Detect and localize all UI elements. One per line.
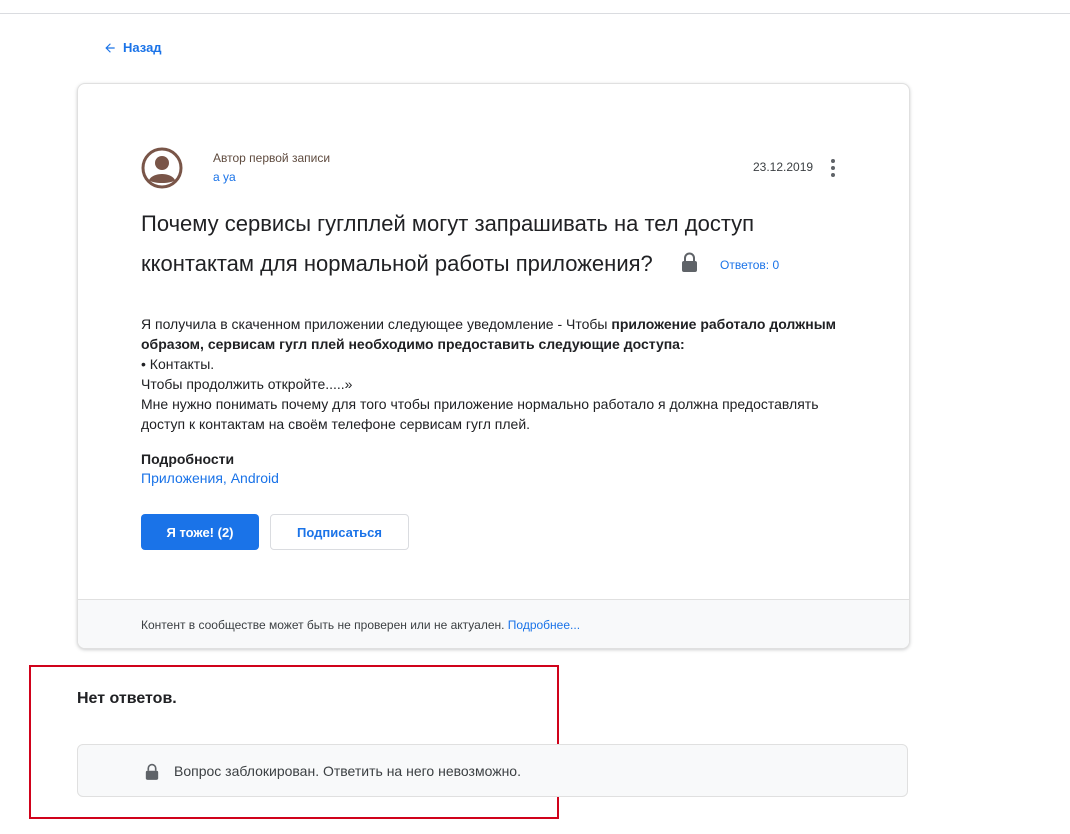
title-line-2: кконтактам для нормальной работы приложе…	[141, 244, 841, 285]
account-circle-icon[interactable]	[141, 147, 183, 189]
footer-text: Контент в сообществе может быть не прове…	[141, 618, 508, 632]
question-title: Почему сервисы гуглплей могут запрашиват…	[141, 204, 841, 285]
details-link-android[interactable]: Android	[231, 470, 279, 486]
body-line-5: Мне нужно понимать почему для того чтобы…	[141, 396, 819, 412]
body-line-6: доступ к контактам на своём телефоне сер…	[141, 416, 531, 432]
card-footer: Контент в сообществе может быть не прове…	[78, 599, 909, 648]
top-divider	[0, 13, 1070, 14]
back-link[interactable]: Назад	[103, 40, 162, 55]
replies-count[interactable]: Ответов: 0	[720, 258, 779, 272]
subscribe-button[interactable]: Подписаться	[270, 514, 409, 550]
body-line-1-plain: Я получила в скаченном приложении следую…	[141, 316, 612, 332]
locked-message: Вопрос заблокирован. Ответить на него не…	[174, 763, 521, 779]
title-line-1: Почему сервисы гуглплей могут запрашиват…	[141, 211, 755, 236]
locked-notice: Вопрос заблокирован. Ответить на него не…	[77, 744, 908, 797]
details-separator: ,	[222, 470, 231, 486]
post-date: 23.12.2019	[753, 160, 814, 174]
body-line-1: Я получила в скаченном приложении следую…	[141, 314, 841, 334]
me-too-button[interactable]: Я тоже! (2)	[141, 514, 259, 550]
lock-icon	[145, 763, 159, 780]
body-line-2-bold: образом, сервисам гугл плей необходимо п…	[141, 336, 685, 352]
body-line-1-bold: приложение работало должным	[611, 316, 837, 332]
details-link-apps[interactable]: Приложения	[141, 470, 223, 486]
body-line-3: • Контакты.	[141, 356, 215, 372]
title-line-2-text: кконтактам для нормальной работы приложе…	[141, 251, 653, 276]
back-label: Назад	[123, 40, 162, 55]
body-line-4: Чтобы продолжить откройте.....»	[141, 376, 353, 392]
no-replies-heading: Нет ответов.	[77, 690, 177, 707]
question-card: Автор первой записи a ya 23.12.2019 Поче…	[77, 83, 910, 649]
details-links: Приложения, Android	[141, 470, 279, 486]
details-heading: Подробности	[141, 451, 235, 467]
footer-disclaimer: Контент в сообществе может быть не прове…	[141, 618, 580, 632]
arrow-left-icon	[105, 42, 115, 53]
author-label: Автор первой записи	[213, 151, 331, 165]
author-name-link[interactable]: a ya	[213, 170, 236, 184]
lock-icon	[681, 252, 697, 272]
more-vert-icon[interactable]	[829, 158, 837, 178]
footer-more-link[interactable]: Подробнее...	[508, 618, 580, 632]
body-line-2: образом, сервисам гугл плей необходимо п…	[141, 334, 841, 354]
question-body: Я получила в скаченном приложении следую…	[141, 314, 841, 434]
